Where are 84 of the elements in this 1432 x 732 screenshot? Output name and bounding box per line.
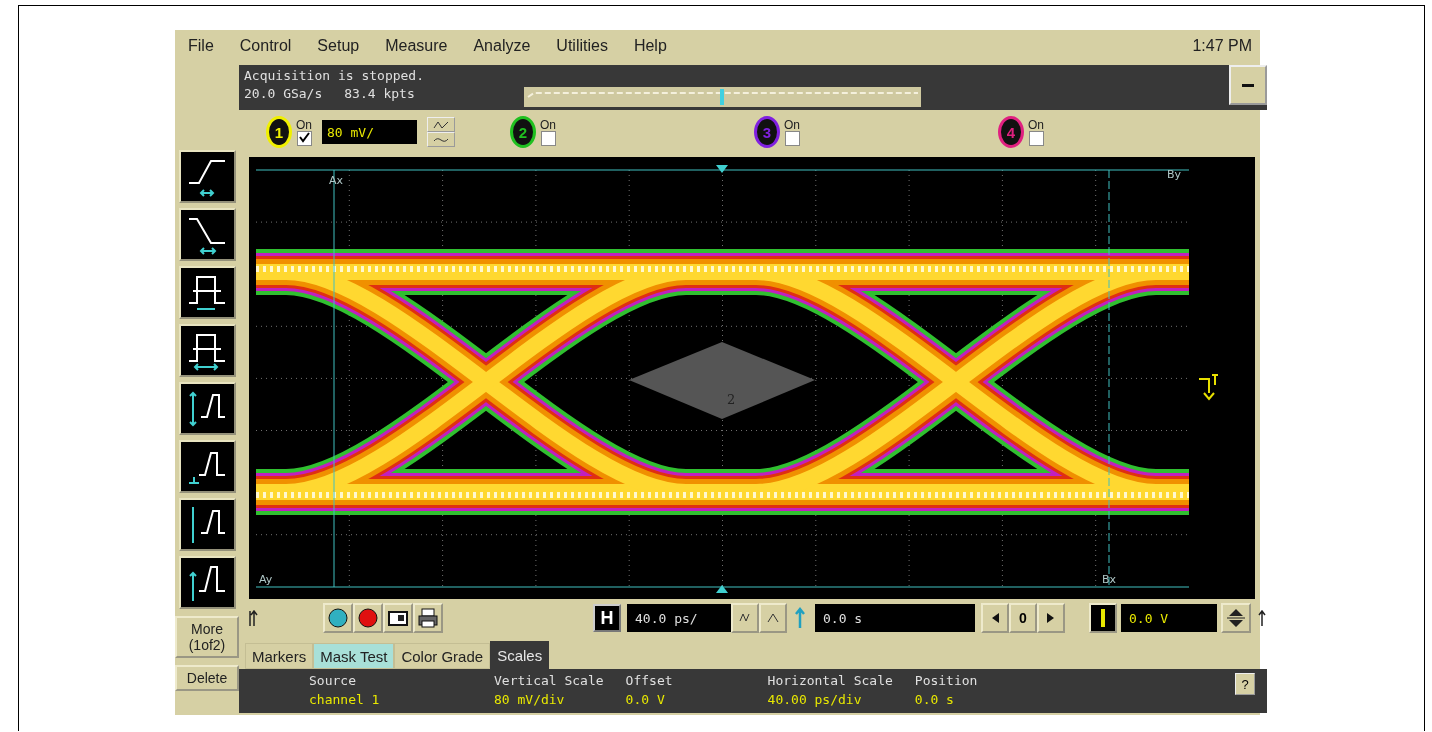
on-label: On	[1028, 118, 1044, 131]
bar-icon	[1099, 608, 1107, 628]
zero-button[interactable]: 0	[1009, 603, 1037, 633]
channel-number[interactable]: 1	[266, 116, 292, 148]
right-arrow-icon	[1046, 612, 1056, 624]
up-down-button[interactable]	[1221, 603, 1251, 633]
measurement-button[interactable]	[178, 208, 236, 261]
menu-item[interactable]: Setup	[308, 37, 369, 55]
column-value: 40.00 ps/div	[767, 691, 863, 709]
menu-item[interactable]: Utilities	[547, 37, 617, 55]
decrease-button[interactable]	[427, 132, 455, 147]
trigger-level-field[interactable]: 0.0 V	[1121, 604, 1217, 632]
menu-item[interactable]: Measure	[376, 37, 457, 55]
wave-icon	[766, 611, 780, 625]
tab[interactable]: Mask Test	[313, 643, 395, 669]
menu-item[interactable]: Control	[230, 37, 301, 55]
menu-item[interactable]: Analyze	[464, 37, 540, 55]
channel-checkbox[interactable]	[296, 130, 312, 146]
column-label: Source	[309, 672, 357, 690]
horizontal-label: H	[593, 604, 621, 632]
clock-text: 1:47 PM	[1192, 37, 1253, 55]
decrease-button[interactable]	[731, 603, 759, 633]
cursor-label: Ax	[329, 174, 344, 187]
column-value: 0.0 s	[914, 691, 955, 709]
up-down-arrow-icon	[1225, 607, 1247, 629]
channel-checkbox[interactable]	[1028, 130, 1044, 146]
help-button[interactable]: ?	[1235, 673, 1255, 695]
print-button[interactable]	[413, 603, 443, 633]
tab[interactable]: Scales	[490, 641, 550, 669]
delete-button[interactable]: Delete	[175, 665, 239, 691]
stop-button[interactable]	[353, 603, 383, 633]
measurement-button[interactable]	[178, 498, 236, 551]
minimize-button[interactable]	[1229, 65, 1267, 105]
on-label: On	[540, 118, 556, 131]
measurement-button[interactable]	[178, 324, 236, 377]
channel-number[interactable]: 4	[998, 116, 1024, 148]
measurement-button[interactable]	[178, 266, 236, 319]
memory-depth: 83.4 kpts	[344, 85, 415, 103]
channel-checkbox[interactable]	[784, 130, 800, 146]
screenshot-button[interactable]	[383, 603, 413, 633]
menu-item[interactable]: File	[179, 37, 223, 55]
increase-button[interactable]	[427, 117, 455, 132]
acquisition-status: Acquisition is stopped.	[244, 67, 425, 85]
wave-icon	[433, 119, 449, 130]
column-label: Offset	[625, 672, 674, 690]
left-button[interactable]	[981, 603, 1009, 633]
measurement-button[interactable]	[178, 440, 236, 493]
run-button[interactable]	[323, 603, 353, 633]
column-value: 80 mV/div	[494, 691, 566, 709]
measurement-button[interactable]	[178, 382, 236, 435]
position-marker-icon	[716, 165, 728, 173]
sample-rate: 20.0 GSa/s	[244, 85, 323, 103]
delay-field[interactable]: 0.0 s	[815, 604, 975, 632]
position-marker-icon	[716, 585, 728, 593]
measurement-button[interactable]	[178, 150, 236, 203]
on-label: On	[296, 118, 312, 131]
circle-icon	[357, 607, 379, 629]
cursor-label: Ay	[259, 573, 273, 586]
column-label: Horizontal Scale	[767, 672, 893, 690]
more-button[interactable]: More (1of2)	[175, 616, 239, 658]
on-label: On	[784, 118, 800, 131]
delay-marker-icon	[793, 607, 807, 629]
printer-icon	[417, 607, 439, 629]
marker-arrow-icon	[249, 610, 259, 626]
trigger-button[interactable]	[1089, 603, 1117, 633]
channel-number[interactable]: 2	[510, 116, 536, 148]
cursor-label: Bx	[1102, 573, 1117, 586]
cursor-label: By	[1167, 168, 1182, 181]
timebase-field[interactable]: 40.0 ps/	[627, 604, 731, 632]
trigger-level-icon	[1198, 374, 1219, 401]
column-value: channel 1	[309, 691, 381, 709]
left-arrow-icon	[990, 612, 1000, 624]
vertical-scale-field[interactable]: 80 mV/	[322, 120, 417, 144]
column-label: Vertical Scale	[494, 672, 604, 690]
marker-arrow-icon	[1257, 610, 1267, 626]
circle-icon	[327, 607, 349, 629]
right-button[interactable]	[1037, 603, 1065, 633]
tab[interactable]: Markers	[245, 643, 314, 669]
menu-item[interactable]: Help	[624, 37, 676, 55]
channel-checkbox[interactable]	[540, 130, 556, 146]
tab[interactable]: Color Grade	[394, 643, 491, 669]
measurement-button[interactable]	[178, 556, 236, 609]
column-label: Position	[914, 672, 978, 690]
column-value: 0.0 V	[625, 691, 666, 709]
